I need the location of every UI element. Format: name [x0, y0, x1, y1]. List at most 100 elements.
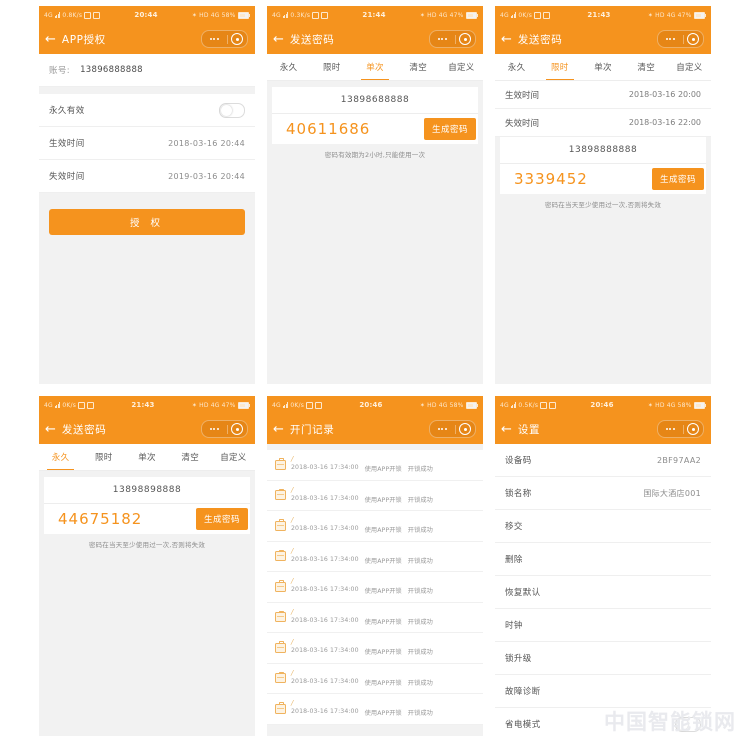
row-device-code[interactable]: 设备码 2BF97AA2 [495, 444, 711, 477]
tab-clear[interactable]: 清空 [397, 54, 440, 80]
network-type-icon: 4G [438, 401, 448, 409]
record-row[interactable]: / 2018-03-16 17:34:00 使用APP开锁 开锁成功 [267, 541, 483, 572]
back-icon[interactable]: ← [501, 33, 512, 46]
row-lock-upgrade[interactable]: 锁升级 [495, 642, 711, 675]
tab-permanent[interactable]: 永久 [495, 54, 538, 80]
time-card: 生效时间 2018-03-16 20:00 失效时间 2018-03-16 22… [495, 81, 711, 137]
permanent-valid-toggle[interactable] [219, 102, 245, 118]
password-row: 3339452 生成密码 [500, 164, 706, 194]
row-clock[interactable]: 时钟 [495, 609, 711, 642]
record-row[interactable]: / 2018-03-16 17:34:00 使用APP开锁 开锁成功 [267, 511, 483, 542]
page-title: 发送密码 [517, 33, 563, 46]
account-value: 13896888888 [80, 65, 143, 75]
tab-permanent[interactable]: 永久 [39, 444, 82, 470]
tab-single[interactable]: 单次 [353, 54, 396, 80]
record-method: 使用APP开锁 [364, 710, 402, 718]
back-icon[interactable]: ← [501, 423, 512, 436]
hd-icon: HD [655, 401, 665, 409]
row-end-time[interactable]: 失效时间 2019-03-16 20:44 [39, 160, 255, 193]
more-icon[interactable] [658, 38, 683, 40]
page-title: APP授权 [61, 33, 106, 46]
phone-number-field[interactable]: 13898888888 [500, 137, 706, 164]
close-target-icon[interactable] [455, 423, 475, 435]
close-target-icon[interactable] [227, 33, 247, 45]
back-icon[interactable]: ← [273, 33, 284, 46]
row-account[interactable]: 账号: 13896888888 [39, 54, 255, 87]
record-row[interactable]: / 2018-03-16 17:34:00 使用APP开锁 开锁成功 [267, 694, 483, 725]
authorize-button[interactable]: 授 权 [49, 209, 245, 235]
more-icon[interactable] [658, 428, 683, 430]
close-target-icon[interactable] [683, 423, 703, 435]
tab-custom[interactable]: 自定义 [212, 444, 255, 470]
wechat-capsule[interactable] [657, 420, 704, 438]
record-row[interactable]: / 2018-03-16 17:34:00 使用APP开锁 开锁成功 [267, 450, 483, 481]
row-label: 移交 [505, 522, 523, 532]
wechat-capsule[interactable] [201, 30, 248, 48]
tab-timed[interactable]: 限时 [82, 444, 125, 470]
phone-number-field[interactable]: 13898898888 [44, 477, 250, 504]
row-delete[interactable]: 删除 [495, 543, 711, 576]
generate-password-button[interactable]: 生成密码 [196, 508, 248, 530]
network-speed-label: 0K/s [518, 11, 533, 19]
sim-icon [312, 11, 320, 19]
battery-percent-label: 58% [449, 401, 464, 409]
tab-single[interactable]: 单次 [581, 54, 624, 80]
more-icon[interactable] [202, 428, 227, 430]
record-row[interactable]: / 2018-03-16 17:34:00 使用APP开锁 开锁成功 [267, 602, 483, 633]
row-label: 失效时间 [49, 172, 85, 182]
tab-clear[interactable]: 清空 [169, 444, 212, 470]
tab-permanent[interactable]: 永久 [267, 54, 310, 80]
record-row[interactable]: / 2018-03-16 17:34:00 使用APP开锁 开锁成功 [267, 480, 483, 511]
phone-number-field[interactable]: 13898688888 [272, 87, 478, 114]
tab-single[interactable]: 单次 [125, 444, 168, 470]
row-permanent-valid[interactable]: 永久有效 [39, 94, 255, 127]
row-start-time[interactable]: 生效时间 2018-03-16 20:44 [39, 127, 255, 160]
close-target-icon[interactable] [227, 423, 247, 435]
row-fault-diagnosis[interactable]: 故障诊断 [495, 675, 711, 708]
wechat-capsule[interactable] [657, 30, 704, 48]
panel-body[interactable]: / 2018-03-16 17:34:00 使用APP开锁 开锁成功 / 201… [267, 444, 483, 736]
more-icon[interactable] [430, 38, 455, 40]
wechat-capsule[interactable] [429, 420, 476, 438]
row-end-time[interactable]: 失效时间 2018-03-16 22:00 [495, 109, 711, 137]
record-row[interactable]: / 2018-03-16 17:34:00 使用APP开锁 开锁成功 [267, 633, 483, 664]
record-row[interactable]: / 2018-03-16 17:34:00 使用APP开锁 开锁成功 [267, 663, 483, 694]
power-save-toggle[interactable] [675, 716, 701, 732]
tab-timed[interactable]: 限时 [310, 54, 353, 80]
row-power-save-mode[interactable]: 省电模式 [495, 708, 711, 736]
battery-icon [693, 401, 706, 409]
wechat-capsule[interactable] [201, 420, 248, 438]
generate-password-button[interactable]: 生成密码 [652, 168, 704, 190]
record-line: 2018-03-16 17:34:00 使用APP开锁 开锁成功 [291, 495, 433, 504]
status-bar-right: ✶ HD 4G 58% [420, 401, 478, 409]
clock-label: 20:46 [359, 401, 383, 409]
calendar-icon [275, 580, 286, 592]
status-bar: 4G 0.3K/s 21:44 ✶ HD 4G 47% [267, 6, 483, 24]
row-transfer[interactable]: 移交 [495, 510, 711, 543]
tab-clear[interactable]: 清空 [625, 54, 668, 80]
bluetooth-icon: ✶ [647, 401, 654, 409]
tab-timed[interactable]: 限时 [538, 54, 581, 80]
nav-bar: ← APP授权 [39, 24, 255, 54]
row-lock-name[interactable]: 锁名称 国际大酒店001 [495, 477, 711, 510]
record-separator: / [291, 516, 294, 525]
battery-percent-label: 47% [677, 11, 692, 19]
back-icon[interactable]: ← [45, 423, 56, 436]
row-start-time[interactable]: 生效时间 2018-03-16 20:00 [495, 81, 711, 109]
record-row[interactable]: / 2018-03-16 17:34:00 使用APP开锁 开锁成功 [267, 572, 483, 603]
more-icon[interactable] [430, 428, 455, 430]
tab-custom[interactable]: 自定义 [668, 54, 711, 80]
row-restore-default[interactable]: 恢复默认 [495, 576, 711, 609]
generate-password-button[interactable]: 生成密码 [424, 118, 476, 140]
close-target-icon[interactable] [683, 33, 703, 45]
wechat-capsule[interactable] [429, 30, 476, 48]
network-type-label: 4G [500, 401, 509, 409]
tab-custom[interactable]: 自定义 [440, 54, 483, 80]
close-target-icon[interactable] [455, 33, 475, 45]
signal-icon [510, 402, 517, 408]
back-icon[interactable]: ← [273, 423, 284, 436]
password-row: 44675182 生成密码 [44, 504, 250, 534]
record-text: / 2018-03-16 17:34:00 使用APP开锁 开锁成功 [291, 486, 433, 504]
more-icon[interactable] [202, 38, 227, 40]
back-icon[interactable]: ← [45, 33, 56, 46]
